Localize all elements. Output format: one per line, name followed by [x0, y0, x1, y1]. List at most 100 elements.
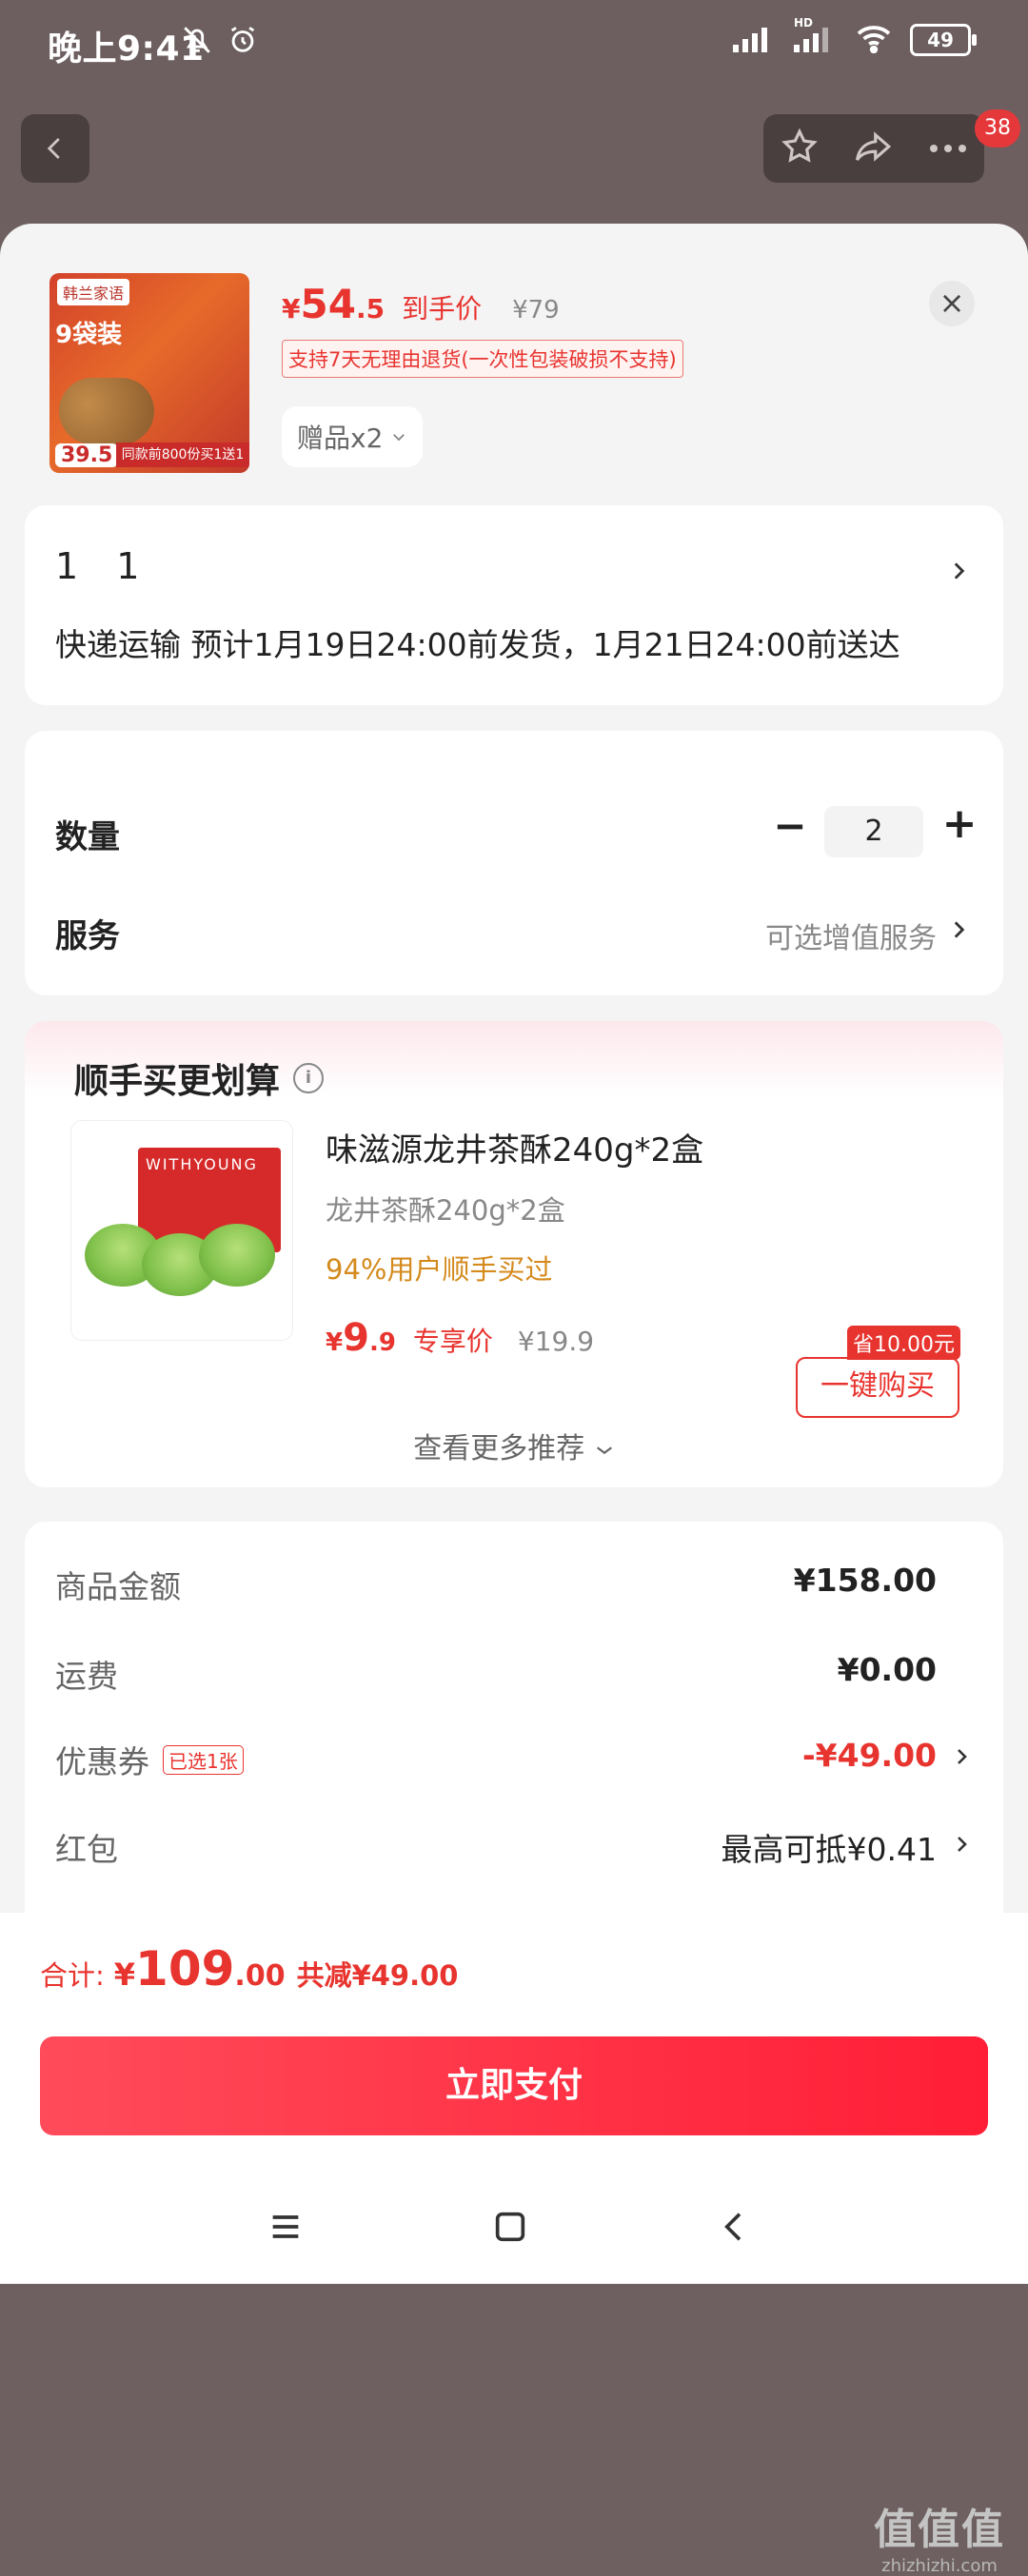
red-packet-row[interactable]: 红包 最高可抵¥0.41	[55, 1824, 973, 1881]
coupon-label-group: 优惠券 已选1张	[55, 1737, 244, 1782]
quantity-increase-button[interactable]: +	[939, 799, 980, 848]
service-value[interactable]: 可选增值服务	[765, 914, 937, 956]
menu-icon[interactable]	[267, 2208, 305, 2255]
original-price: ¥79	[512, 296, 560, 324]
home-square-icon[interactable]	[491, 2208, 529, 2255]
red-packet-value: 最高可抵¥0.41	[721, 1831, 937, 1868]
recipient-name: 1 1	[55, 545, 153, 587]
quantity-decrease-button[interactable]: −	[771, 802, 809, 849]
chevron-down-icon	[596, 1446, 612, 1455]
shipping-fee-label: 运费	[55, 1658, 118, 1695]
signal-hd-icon: HD	[794, 16, 838, 56]
watermark: 值值值 zhizhizhi.com	[874, 2495, 1005, 2576]
product-image-pack: 9袋装	[55, 321, 123, 349]
coupon-label: 优惠券	[55, 1743, 149, 1780]
product-price: ¥ 54 .5 到手价 ¥79	[282, 281, 560, 327]
price-decimal: .5	[355, 293, 386, 324]
shipping-fee-row: 运费 ¥0.00	[55, 1651, 973, 1708]
chevron-left-icon	[47, 138, 60, 159]
see-more-label: 查看更多推荐	[413, 1432, 585, 1465]
nuts-illustration	[59, 378, 154, 444]
more-dots-icon[interactable]	[928, 140, 968, 158]
chevron-down-icon	[393, 434, 405, 442]
chevron-right-icon	[958, 1837, 967, 1852]
shipping-estimate: 快递运输 预计1月19日24:00前发货，1月21日24:00前送达	[55, 626, 900, 663]
status-icons-right: HD 49	[733, 16, 977, 57]
coupon-selected-tag: 已选1张	[163, 1744, 244, 1775]
product-image-brand: 韩兰家语	[57, 279, 130, 305]
alarm-clock-icon	[227, 24, 259, 60]
info-icon[interactable]: i	[293, 1063, 325, 1093]
network-label: HD	[794, 16, 814, 29]
chevron-right-icon[interactable]	[946, 917, 971, 942]
checkout-footer: 合计: ¥ 109 .00 共减¥49.00 立即支付 值值值 zhizhizh…	[0, 1913, 1028, 2576]
address-card[interactable]: 1 1 快递运输 预计1月19日24:00前发货，1月21日24:00前送达	[25, 505, 1003, 705]
status-icons-left	[181, 24, 259, 60]
goods-amount-row: 商品金额 ¥158.00	[55, 1562, 973, 1619]
recommended-buyers-rate: 94%用户顺手买过	[326, 1253, 553, 1286]
back-triangle-icon[interactable]	[716, 2208, 754, 2255]
quantity-service-card: 数量 − 2 + 服务 可选增值服务	[25, 731, 1003, 995]
status-bar: 晚上9:41 HD 49	[0, 0, 1028, 90]
close-icon: ×	[939, 285, 965, 321]
chevron-right-icon	[958, 1749, 967, 1764]
price-integer: 9	[343, 1316, 369, 1360]
message-count-badge: 38	[975, 109, 1020, 147]
back-button[interactable]	[21, 114, 89, 183]
cake-illustration	[199, 1224, 275, 1287]
battery-icon: 49	[910, 24, 977, 56]
one-click-buy-button[interactable]: 一键购买	[796, 1357, 959, 1418]
recommendation-card: 顺手买更划算 i WITHYOUNG 味滋源龙井茶酥240g*2盒 龙井茶酥24…	[25, 1021, 1003, 1487]
quantity-label: 数量	[55, 818, 120, 856]
original-price: ¥19.9	[517, 1326, 595, 1357]
coupon-row[interactable]: 优惠券 已选1张 -¥49.00	[55, 1737, 973, 1794]
recommended-product-price: ¥ 9 .9 专享价 ¥19.9	[326, 1316, 594, 1360]
mute-bell-icon	[181, 24, 213, 60]
favorite-star-icon[interactable]	[780, 127, 820, 170]
coupon-value: -¥49.00	[801, 1737, 937, 1774]
close-button[interactable]: ×	[929, 281, 975, 326]
share-icon[interactable]	[852, 127, 896, 170]
see-more-recommendations[interactable]: 查看更多推荐	[25, 1425, 1003, 1466]
price-label: 到手价	[402, 293, 483, 324]
recommended-product-image[interactable]: WITHYOUNG	[70, 1120, 293, 1341]
header-actions	[763, 114, 984, 183]
system-navigation-bar: 值值值 zhizhizhi.com	[0, 2198, 1028, 2576]
signal-icon	[733, 24, 777, 56]
recommendation-title: 顺手买更划算 i	[74, 1053, 325, 1103]
price-label: 专享价	[412, 1326, 493, 1357]
price-integer: 54	[300, 281, 356, 327]
shipping-fee-value: ¥0.00	[837, 1651, 937, 1688]
dimmed-page-header: 晚上9:41 HD 49 38	[0, 0, 1028, 224]
total-saving: 共减¥49.00	[296, 1959, 459, 1992]
quantity-input[interactable]: 2	[824, 806, 923, 857]
gift-label: 赠品x2	[297, 423, 384, 454]
total-integer: 109	[135, 1941, 235, 1996]
recommended-product-name[interactable]: 味滋源龙井茶酥240g*2盒	[326, 1124, 703, 1170]
order-total: 合计: ¥ 109 .00 共减¥49.00	[40, 1941, 459, 1996]
recommendation-title-text: 顺手买更划算	[74, 1062, 281, 1101]
watermark-glyphs: 值值值	[874, 2506, 1005, 2554]
total-decimal: .00	[234, 1959, 286, 1993]
red-packet-label: 红包	[55, 1831, 118, 1868]
watermark-site: zhizhizhi.com	[881, 2556, 998, 2576]
wifi-icon	[855, 23, 893, 57]
goods-amount-label: 商品金额	[55, 1568, 181, 1605]
product-header: 韩兰家语 9袋装 39.5 同款前800份买1送1 ¥ 54 .5 到手价 ¥7…	[0, 224, 1028, 490]
savings-badge: 省10.00元	[847, 1326, 960, 1360]
box-brand-text: WITHYOUNG	[146, 1155, 258, 1173]
product-image: 韩兰家语 9袋装 39.5 同款前800份买1送1	[49, 273, 249, 473]
product-image-price: 39.5	[55, 443, 119, 467]
price-summary-card: 商品金额 ¥158.00 运费 ¥0.00 优惠券 已选1张 -¥49.00 红…	[25, 1522, 1003, 1921]
pay-now-button[interactable]: 立即支付	[40, 2036, 988, 2135]
chevron-right-icon	[954, 562, 965, 580]
gift-selector[interactable]: 赠品x2	[282, 406, 424, 467]
return-policy-tag: 支持7天无理由退货(一次性包装破损不支持)	[282, 340, 683, 378]
service-label: 服务	[55, 917, 120, 955]
total-currency: ¥	[113, 1957, 136, 1993]
price-currency: ¥	[282, 293, 301, 324]
recommended-product-spec: 龙井茶酥240g*2盒	[326, 1194, 565, 1227]
price-currency: ¥	[326, 1328, 344, 1357]
product-image-promo: 同款前800份买1送1	[116, 442, 249, 467]
price-decimal: .9	[368, 1328, 396, 1357]
